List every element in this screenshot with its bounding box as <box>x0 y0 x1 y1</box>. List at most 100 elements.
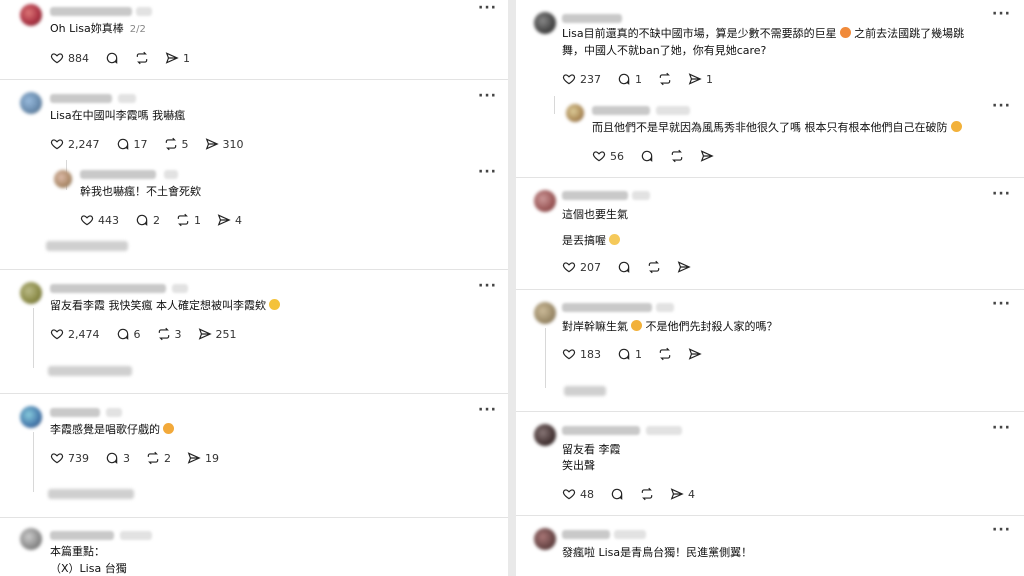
username[interactable] <box>50 284 166 293</box>
avatar[interactable] <box>20 92 42 114</box>
username[interactable] <box>562 426 640 435</box>
comment-icon <box>618 73 630 85</box>
avatar[interactable] <box>20 282 42 304</box>
post: ··· Lisa目前還真的不缺中國市場，算是少數不需要舔的巨星 之前去法國跳了幾… <box>516 0 1024 178</box>
repost-count: 1 <box>194 213 201 227</box>
heart-icon <box>50 139 64 150</box>
like-button[interactable]: 884 <box>50 51 89 65</box>
more-icon[interactable]: ··· <box>478 402 497 418</box>
like-button[interactable]: 48 <box>562 487 594 501</box>
like-button[interactable]: 237 <box>562 72 601 86</box>
share-button[interactable]: 4 <box>670 487 695 501</box>
like-button[interactable]: 739 <box>50 451 89 465</box>
like-button[interactable]: 2,474 <box>50 327 100 341</box>
reply-button[interactable]: 2 <box>135 213 160 227</box>
heart-eyes-emoji-icon <box>269 299 280 310</box>
repost-button[interactable] <box>647 260 661 274</box>
like-button[interactable]: 183 <box>562 347 601 361</box>
repost-button[interactable] <box>658 72 672 86</box>
avatar[interactable] <box>20 4 42 26</box>
more-icon[interactable]: ··· <box>478 278 497 294</box>
reply-button[interactable]: 17 <box>116 137 148 151</box>
share-button[interactable]: 310 <box>205 137 244 151</box>
thread-line <box>545 328 546 388</box>
reply-avatar[interactable] <box>566 104 584 122</box>
avatar[interactable] <box>534 190 556 212</box>
post: 本篇重點： （X）Lisa 台獨 <box>0 518 508 576</box>
username[interactable] <box>562 191 628 200</box>
share-icon <box>198 328 212 340</box>
repost-button[interactable]: 3 <box>157 327 182 341</box>
like-button[interactable]: 2,247 <box>50 137 100 151</box>
repost-button[interactable] <box>670 149 684 163</box>
avatar[interactable] <box>534 528 556 550</box>
repost-button[interactable] <box>658 347 672 361</box>
username[interactable] <box>562 303 652 312</box>
reply-button[interactable] <box>105 51 119 65</box>
repost-button[interactable]: 1 <box>176 213 201 227</box>
share-button[interactable]: 19 <box>187 451 219 465</box>
post: ··· 留友看李霞 我快笑瘋 本人確定想被叫李霞欸 2,474 6 3 251 <box>0 270 508 394</box>
like-button[interactable]: 56 <box>592 149 624 163</box>
reply-button[interactable]: 6 <box>116 327 141 341</box>
post-actions: 207 <box>562 260 691 274</box>
more-icon[interactable]: ··· <box>992 186 1011 202</box>
reply-button[interactable] <box>610 487 624 501</box>
share-button[interactable]: 4 <box>217 213 242 227</box>
comment-icon <box>611 488 623 500</box>
share-button[interactable]: 1 <box>165 51 190 65</box>
more-replies-avatars[interactable] <box>48 489 134 499</box>
username[interactable] <box>562 530 610 539</box>
more-icon[interactable]: ··· <box>992 296 1011 312</box>
more-icon[interactable]: ··· <box>992 420 1011 436</box>
post: ··· 留友看 李霞 笑出聲 48 4 <box>516 412 1024 516</box>
reply-username[interactable] <box>592 106 650 115</box>
username[interactable] <box>50 94 112 103</box>
share-button[interactable]: 251 <box>198 327 237 341</box>
repost-button[interactable] <box>135 51 149 65</box>
username[interactable] <box>50 7 132 16</box>
share-button[interactable] <box>688 347 702 361</box>
more-icon[interactable]: ··· <box>992 6 1011 22</box>
avatar[interactable] <box>534 12 556 34</box>
repost-icon <box>147 451 159 465</box>
avatar[interactable] <box>20 528 42 550</box>
share-button[interactable]: 1 <box>688 72 713 86</box>
share-button[interactable] <box>700 149 714 163</box>
hugging-emoji-icon <box>609 234 620 245</box>
post-text-line-2: （X）Lisa 台獨 <box>50 562 127 575</box>
avatar[interactable] <box>20 406 42 428</box>
more-replies-avatars[interactable] <box>564 386 606 396</box>
repost-button[interactable] <box>640 487 654 501</box>
reply-button[interactable] <box>617 260 631 274</box>
username[interactable] <box>562 14 622 23</box>
repost-button[interactable]: 2 <box>146 451 171 465</box>
like-button[interactable]: 443 <box>80 213 119 227</box>
more-icon[interactable]: ··· <box>478 88 497 104</box>
username[interactable] <box>50 531 114 540</box>
reply-button[interactable] <box>640 149 654 163</box>
more-replies-avatars[interactable] <box>48 366 132 376</box>
avatar[interactable] <box>534 424 556 446</box>
like-count: 237 <box>580 72 601 86</box>
repost-count: 2 <box>164 451 171 465</box>
reply-avatar[interactable] <box>54 170 72 188</box>
reply-button[interactable]: 1 <box>617 347 642 361</box>
timestamp <box>136 7 152 16</box>
share-button[interactable] <box>677 260 691 274</box>
more-icon[interactable]: ··· <box>478 164 497 180</box>
heart-icon <box>50 329 64 340</box>
more-icon[interactable]: ··· <box>478 0 497 16</box>
more-icon[interactable]: ··· <box>992 522 1011 538</box>
repost-button[interactable]: 5 <box>164 137 189 151</box>
reply-button[interactable]: 3 <box>105 451 130 465</box>
more-replies-avatars[interactable] <box>46 241 128 251</box>
reply-button[interactable]: 1 <box>617 72 642 86</box>
more-icon[interactable]: ··· <box>992 98 1011 114</box>
like-button[interactable]: 207 <box>562 260 601 274</box>
reply-username[interactable] <box>80 170 156 179</box>
reply-count: 1 <box>635 72 642 86</box>
post: ··· 李霞感覺是唱歌仔戲的 739 3 2 19 <box>0 394 508 518</box>
username[interactable] <box>50 408 100 417</box>
avatar[interactable] <box>534 302 556 324</box>
